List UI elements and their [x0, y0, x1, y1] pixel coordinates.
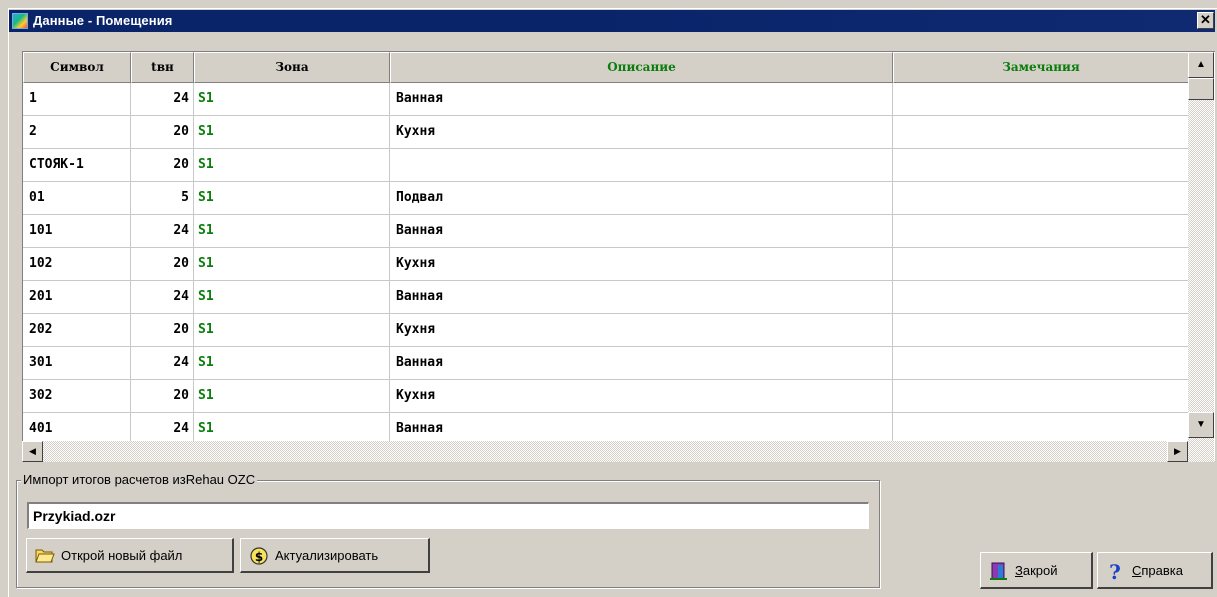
vertical-scrollbar[interactable]: ▲ ▼	[1188, 52, 1214, 462]
cell-zone[interactable]: S1	[194, 116, 390, 149]
table-row[interactable]: 2 20 S1 Кухня	[23, 116, 1189, 149]
cell-notes[interactable]	[893, 380, 1189, 413]
open-new-file-button[interactable]: Открой новый файл	[26, 538, 234, 573]
update-button[interactable]: $ Актуализировать	[240, 538, 430, 573]
column-header-notes[interactable]: Замечания	[893, 52, 1189, 83]
cell-symbol[interactable]: 2	[23, 116, 131, 149]
cell-description[interactable]: Кухня	[390, 314, 893, 347]
svg-text:$: $	[255, 550, 263, 564]
cell-temperature[interactable]: 20	[131, 149, 194, 182]
cell-temperature[interactable]: 20	[131, 248, 194, 281]
cell-notes[interactable]	[893, 314, 1189, 347]
column-header-zone[interactable]: Зона	[194, 52, 390, 83]
cell-zone[interactable]: S1	[194, 248, 390, 281]
cell-description[interactable]: Подвал	[390, 182, 893, 215]
window-title: Данные - Помещения	[33, 13, 173, 28]
open-folder-icon	[35, 546, 55, 564]
vertical-scroll-thumb[interactable]	[1188, 78, 1214, 100]
cell-symbol[interactable]: 1	[23, 83, 131, 116]
table-row[interactable]: 101 24 S1 Ванная	[23, 215, 1189, 248]
scroll-down-button[interactable]: ▼	[1188, 412, 1214, 438]
cell-zone[interactable]: S1	[194, 281, 390, 314]
refresh-hand-icon: $	[249, 546, 269, 565]
title-bar: Данные - Помещения ✕	[9, 10, 1215, 32]
cell-description[interactable]: Ванная	[390, 281, 893, 314]
cell-zone[interactable]: S1	[194, 149, 390, 182]
table-body: 1 24 S1 Ванная 2 20 S1 Кухня СТОЯК-1 20 S1 01 5 S1 Под…	[23, 83, 1189, 446]
scroll-up-button[interactable]: ▲	[1188, 52, 1214, 78]
cell-notes[interactable]	[893, 215, 1189, 248]
cell-zone[interactable]: S1	[194, 83, 390, 116]
svg-text:?: ?	[1109, 561, 1121, 581]
app-icon	[12, 13, 28, 29]
help-button[interactable]: ? Справка	[1097, 552, 1213, 589]
close-button[interactable]: Закрой	[980, 552, 1093, 589]
cell-zone[interactable]: S1	[194, 347, 390, 380]
cell-temperature[interactable]: 24	[131, 281, 194, 314]
cell-notes[interactable]	[893, 248, 1189, 281]
help-label: Справка	[1132, 562, 1183, 578]
cell-temperature[interactable]: 20	[131, 314, 194, 347]
cell-notes[interactable]	[893, 83, 1189, 116]
cell-zone[interactable]: S1	[194, 182, 390, 215]
update-label: Актуализировать	[275, 547, 379, 563]
cell-notes[interactable]	[893, 347, 1189, 380]
column-header-description[interactable]: Описание	[390, 52, 893, 83]
cell-zone[interactable]: S1	[194, 380, 390, 413]
cell-temperature[interactable]: 5	[131, 182, 194, 215]
column-header-temperature[interactable]: tвн	[131, 52, 194, 83]
cell-symbol[interactable]: 201	[23, 281, 131, 314]
close-label: Закрой	[1015, 562, 1058, 578]
cell-zone[interactable]: S1	[194, 215, 390, 248]
file-name-field[interactable]: Przykiad.ozr	[27, 502, 869, 529]
cell-symbol[interactable]: 202	[23, 314, 131, 347]
cell-description[interactable]: Ванная	[390, 347, 893, 380]
exit-door-icon	[989, 561, 1009, 580]
cell-symbol[interactable]: 302	[23, 380, 131, 413]
scroll-right-button[interactable]: ▶	[1167, 441, 1188, 462]
open-new-file-label: Открой новый файл	[61, 547, 183, 563]
cell-symbol[interactable]: 01	[23, 182, 131, 215]
scroll-left-button[interactable]: ◀	[22, 441, 43, 462]
cell-temperature[interactable]: 24	[131, 215, 194, 248]
horizontal-scrollbar[interactable]: ◀ ▶	[22, 441, 1188, 462]
table-row[interactable]: 01 5 S1 Подвал	[23, 182, 1189, 215]
table-row[interactable]: 201 24 S1 Ванная	[23, 281, 1189, 314]
cell-notes[interactable]	[893, 149, 1189, 182]
cell-zone[interactable]: S1	[194, 314, 390, 347]
cell-description[interactable]: Кухня	[390, 380, 893, 413]
column-header-symbol[interactable]: Символ	[23, 52, 131, 83]
cell-symbol[interactable]: СТОЯК-1	[23, 149, 131, 182]
cell-temperature[interactable]: 24	[131, 347, 194, 380]
cell-temperature[interactable]: 20	[131, 380, 194, 413]
cell-temperature[interactable]: 24	[131, 83, 194, 116]
table-row[interactable]: СТОЯК-1 20 S1	[23, 149, 1189, 182]
import-group-label: Импорт итогов расчетов изRehau OZC	[21, 472, 258, 487]
table-row[interactable]: 1 24 S1 Ванная	[23, 83, 1189, 116]
table-row[interactable]: 302 20 S1 Кухня	[23, 380, 1189, 413]
question-mark-icon: ?	[1106, 560, 1126, 584]
table-header: Символ tвн Зона Описание Замечания	[23, 52, 1189, 83]
close-window-button[interactable]: ✕	[1197, 12, 1214, 29]
cell-symbol[interactable]: 102	[23, 248, 131, 281]
cell-symbol[interactable]: 101	[23, 215, 131, 248]
table-row[interactable]: 202 20 S1 Кухня	[23, 314, 1189, 347]
cell-notes[interactable]	[893, 281, 1189, 314]
cell-description[interactable]: Ванная	[390, 215, 893, 248]
table-row[interactable]: 102 20 S1 Кухня	[23, 248, 1189, 281]
table-row[interactable]: 301 24 S1 Ванная	[23, 347, 1189, 380]
cell-notes[interactable]	[893, 182, 1189, 215]
rooms-table[interactable]: Символ tвн Зона Описание Замечания 1 24 S1…	[22, 51, 1215, 461]
cell-description[interactable]: Кухня	[390, 116, 893, 149]
cell-temperature[interactable]: 20	[131, 116, 194, 149]
cell-notes[interactable]	[893, 116, 1189, 149]
cell-description[interactable]	[390, 149, 893, 182]
cell-description[interactable]: Ванная	[390, 83, 893, 116]
cell-description[interactable]: Кухня	[390, 248, 893, 281]
cell-symbol[interactable]: 301	[23, 347, 131, 380]
